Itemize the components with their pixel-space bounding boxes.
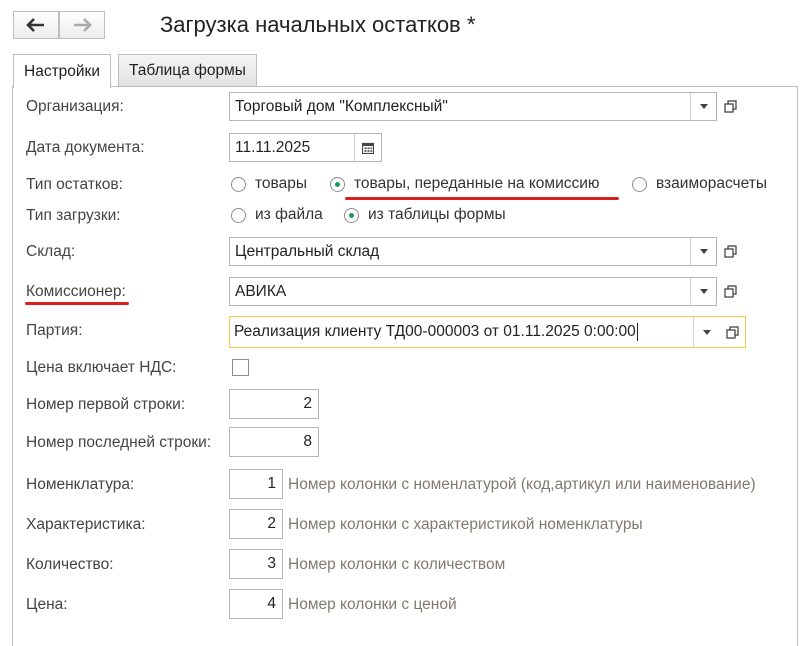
calendar-icon bbox=[362, 142, 374, 154]
balance-type-settlements-label: взаиморасчеты bbox=[656, 175, 767, 192]
arrow-left-icon bbox=[26, 18, 44, 32]
price-hint: Номер колонки с ценой bbox=[288, 596, 457, 613]
last-row-input[interactable]: 8 bbox=[229, 427, 319, 457]
price-vat-label: Цена включает НДС: bbox=[26, 359, 177, 376]
last-row-label: Номер последней строки: bbox=[26, 434, 212, 451]
price-vat-checkbox[interactable] bbox=[232, 359, 249, 376]
warehouse-field[interactable]: Центральный склад bbox=[229, 237, 717, 266]
balance-type-settlements-radio[interactable]: взаиморасчеты bbox=[632, 175, 767, 193]
warehouse-dropdown-button[interactable] bbox=[690, 238, 716, 265]
quantity-hint: Номер колонки с количеством bbox=[288, 556, 506, 573]
commissioner-field[interactable]: АВИКА bbox=[229, 277, 717, 306]
batch-label: Партия: bbox=[26, 322, 83, 339]
open-form-icon bbox=[725, 325, 739, 339]
load-type-table-label: из таблицы формы bbox=[368, 206, 506, 223]
commissioner-dropdown-button[interactable] bbox=[690, 278, 716, 305]
annotation-underline bbox=[345, 197, 619, 200]
characteristic-column-input[interactable]: 2 bbox=[229, 509, 283, 539]
balance-type-goods-radio[interactable]: товары bbox=[231, 175, 307, 193]
text-cursor bbox=[636, 323, 638, 341]
quantity-column-input[interactable]: 3 bbox=[229, 549, 283, 579]
price-column-input[interactable]: 4 bbox=[229, 589, 283, 619]
balance-type-label: Тип остатков: bbox=[26, 176, 123, 193]
doc-date-field[interactable]: 11.11.2025 bbox=[229, 133, 382, 162]
open-form-icon bbox=[723, 245, 737, 258]
triangle-down-icon bbox=[702, 329, 711, 335]
characteristic-label: Характеристика: bbox=[26, 516, 146, 533]
triangle-down-icon bbox=[699, 104, 708, 109]
doc-date-label: Дата документа: bbox=[26, 139, 145, 156]
annotation-underline bbox=[25, 302, 129, 305]
radio-circle bbox=[231, 176, 246, 192]
organization-field[interactable]: Торговый дом "Комплексный" bbox=[229, 92, 717, 121]
nomenclature-label: Номенклатура: bbox=[26, 476, 135, 493]
organization-open-button[interactable] bbox=[717, 92, 743, 121]
arrow-right-icon bbox=[74, 18, 92, 32]
tab-settings[interactable]: Настройки bbox=[13, 54, 112, 88]
forward-button[interactable] bbox=[59, 11, 105, 39]
radio-circle-selected bbox=[344, 207, 359, 223]
batch-value: Реализация клиенту ТД00-000003 от 01.11.… bbox=[234, 323, 636, 340]
batch-open-button[interactable] bbox=[719, 317, 745, 347]
organization-label: Организация: bbox=[26, 98, 124, 115]
organization-dropdown-button[interactable] bbox=[690, 93, 716, 120]
batch-field[interactable]: Реализация клиенту ТД00-000003 от 01.11.… bbox=[229, 316, 746, 348]
first-row-label: Номер первой строки: bbox=[26, 396, 186, 413]
commissioner-label: Комиссионер: bbox=[26, 283, 126, 300]
open-form-icon bbox=[723, 100, 737, 113]
doc-date-value: 11.11.2025 bbox=[235, 138, 311, 156]
triangle-down-icon bbox=[699, 289, 708, 294]
commissioner-value: АВИКА bbox=[235, 282, 287, 300]
radio-circle-selected bbox=[330, 176, 345, 192]
back-button[interactable] bbox=[13, 11, 59, 39]
batch-dropdown-button[interactable] bbox=[693, 317, 719, 347]
tab-form-table[interactable]: Таблица формы bbox=[118, 54, 257, 86]
triangle-down-icon bbox=[699, 249, 708, 254]
organization-value: Торговый дом "Комплексный" bbox=[235, 97, 448, 115]
load-type-file-radio[interactable]: из файла bbox=[231, 206, 323, 224]
commissioner-open-button[interactable] bbox=[717, 277, 743, 306]
open-form-icon bbox=[723, 285, 737, 298]
price-label: Цена: bbox=[26, 596, 68, 613]
load-type-label: Тип загрузки: bbox=[26, 207, 121, 224]
radio-circle bbox=[231, 207, 246, 223]
warehouse-value: Центральный склад bbox=[235, 242, 380, 260]
warehouse-open-button[interactable] bbox=[717, 237, 743, 266]
window-title: Загрузка начальных остатков * bbox=[160, 12, 476, 37]
tab-settings-label: Настройки bbox=[24, 62, 101, 80]
load-type-table-radio[interactable]: из таблицы формы bbox=[344, 206, 506, 224]
balance-type-commission-label: товары, переданные на комиссию bbox=[354, 175, 600, 192]
balance-type-commission-radio[interactable]: товары, переданные на комиссию bbox=[330, 175, 600, 193]
first-row-input[interactable]: 2 bbox=[229, 389, 319, 419]
quantity-label: Количество: bbox=[26, 556, 114, 573]
calendar-button[interactable] bbox=[354, 134, 381, 161]
load-type-file-label: из файла bbox=[255, 206, 323, 223]
balance-type-goods-label: товары bbox=[255, 175, 307, 192]
warehouse-label: Склад: bbox=[26, 243, 76, 260]
characteristic-hint: Номер колонки с характеристикой номенкла… bbox=[288, 516, 643, 533]
nomenclature-hint: Номер колонки с номенлатурой (код,артику… bbox=[288, 476, 756, 493]
tab-form-table-label: Таблица формы bbox=[129, 61, 246, 79]
radio-circle bbox=[632, 176, 647, 192]
nomenclature-column-input[interactable]: 1 bbox=[229, 469, 283, 499]
